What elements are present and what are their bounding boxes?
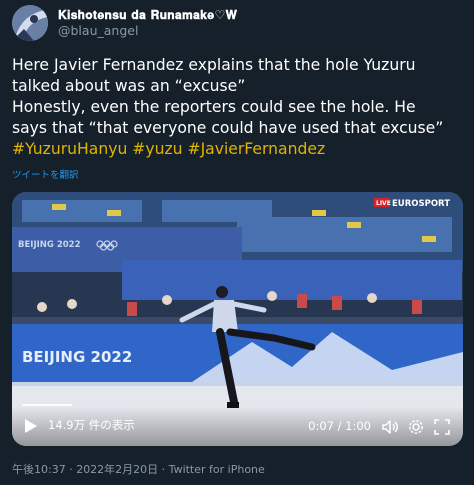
tweet-line: Here Javier Fernandez explains that the … <box>12 56 416 74</box>
tweet-line: says that “that everyone could have used… <box>12 119 444 137</box>
settings-gear-icon[interactable] <box>407 418 425 436</box>
tweet-line: talked about was an “excuse” <box>12 77 246 95</box>
view-count: 14.9万 件の表示 <box>48 418 135 432</box>
display-name[interactable]: 𝐊𝐢𝐬𝐡𝐨𝐭𝐞𝐧𝐬𝐮 𝐝𝐚 𝐑𝐮𝐧𝐚𝐦𝐚𝐤𝐞♡𝐖 <box>58 7 237 23</box>
avatar[interactable] <box>12 5 48 41</box>
tweet-header: 𝐊𝐢𝐬𝐡𝐨𝐭𝐞𝐧𝐬𝐮 𝐝𝐚 𝐑𝐮𝐧𝐚𝐦𝐚𝐤𝐞♡𝐖 @blau_angel <box>12 2 237 44</box>
board-text-main: BEIJING 2022 <box>22 348 132 366</box>
fullscreen-icon[interactable] <box>433 418 451 436</box>
user-handle[interactable]: @blau_angel <box>58 23 237 39</box>
volume-icon[interactable] <box>381 418 399 436</box>
board-text-left: BEIJING 2022 <box>18 240 81 250</box>
play-icon[interactable] <box>24 418 38 434</box>
hashtag-link[interactable]: #YuzuruHanyu <box>12 140 127 158</box>
tweet-line: Honestly, even the reporters could see t… <box>12 98 416 116</box>
tweet-timestamp[interactable]: 午後10:37 · 2022年2月20日 · Twitter for iPhon… <box>12 461 265 477</box>
broadcaster-logo: EUROSPORT <box>392 199 450 209</box>
hashtag-link[interactable]: #JavierFernandez <box>188 140 326 158</box>
video-progress-bar[interactable] <box>22 404 72 406</box>
translate-tweet-link[interactable]: ツイートを翻訳 <box>12 167 79 181</box>
hashtag-line: #YuzuruHanyu #yuzu #JavierFernandez <box>12 139 467 160</box>
live-badge: LIVE <box>376 200 391 207</box>
tweet: 𝐊𝐢𝐬𝐡𝐨𝐭𝐞𝐧𝐬𝐮 𝐝𝐚 𝐑𝐮𝐧𝐚𝐦𝐚𝐤𝐞♡𝐖 @blau_angel Her… <box>0 0 474 485</box>
hashtag-link[interactable]: #yuzu <box>132 140 182 158</box>
video-player[interactable]: BEIJING 2022 BEIJING 2022 LIVE EUROSPORT… <box>12 192 463 446</box>
video-time: 0:07 / 1:00 <box>308 419 371 433</box>
tweet-text: Here Javier Fernandez explains that the … <box>12 55 467 160</box>
